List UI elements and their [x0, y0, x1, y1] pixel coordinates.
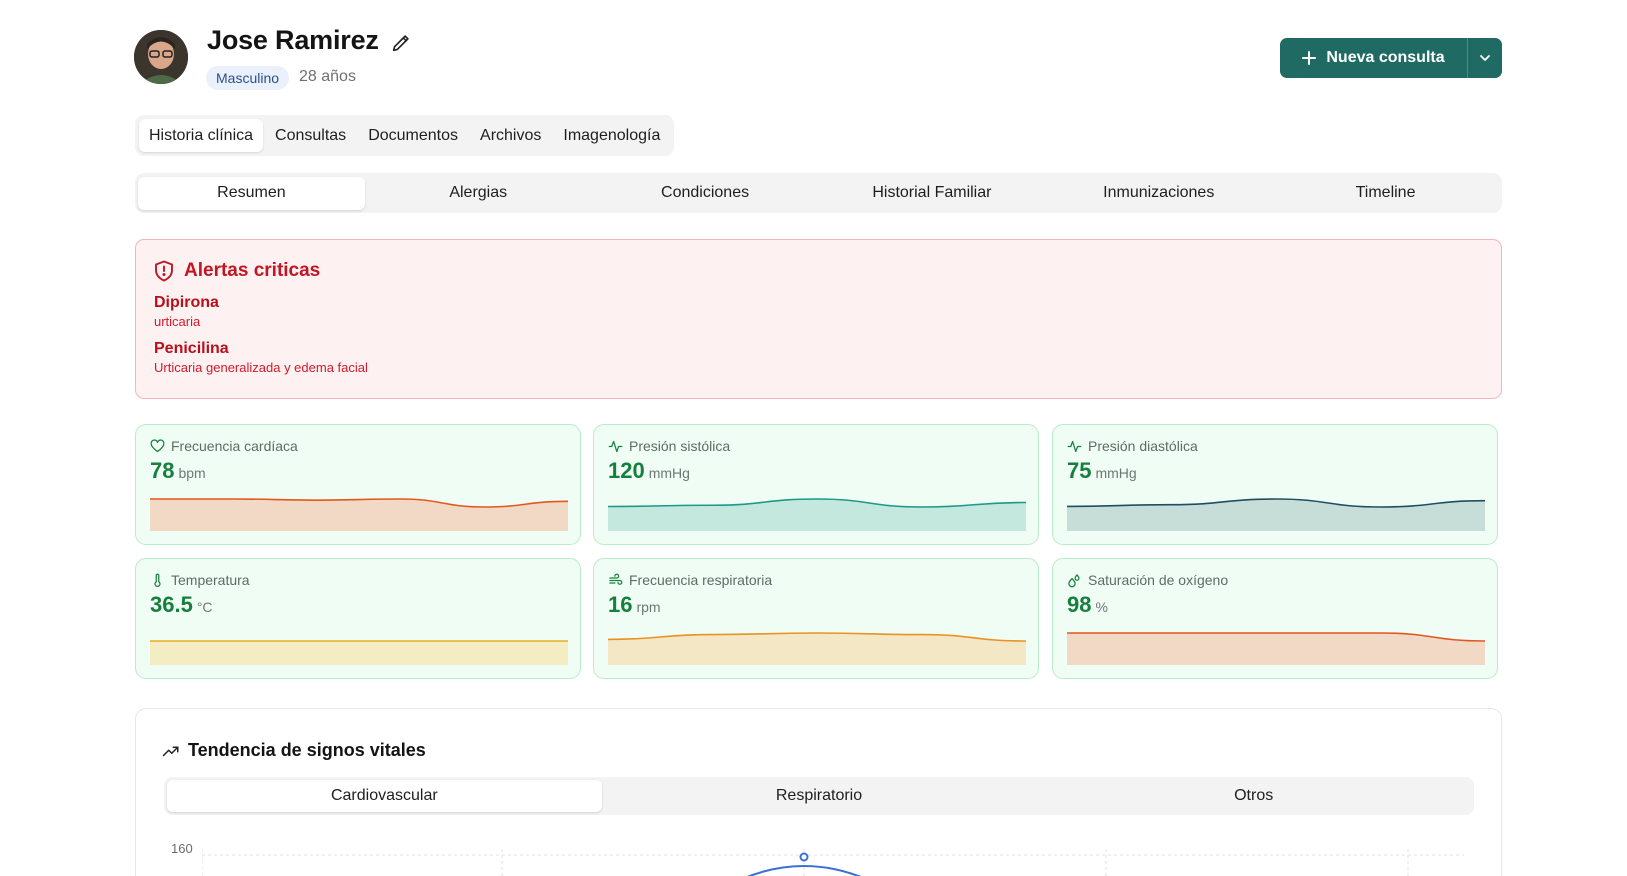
trend-chart	[202, 849, 1464, 876]
plus-icon	[1302, 51, 1317, 65]
trending-up-icon	[162, 746, 179, 756]
vital-label: Frecuencia respiratoria	[608, 572, 772, 588]
sparkline-area	[608, 499, 1026, 531]
vital-number: 120	[608, 458, 645, 483]
trend-tabs: Cardiovascular Respiratorio Otros	[164, 777, 1474, 815]
vital-label: Presión sistólica	[608, 438, 730, 454]
new-consult-button-group: Nueva consulta	[1280, 38, 1502, 78]
alerts-title: Alertas criticas	[184, 260, 321, 281]
vital-unit: mmHg	[648, 465, 690, 481]
activity-icon	[1067, 440, 1082, 452]
critical-alerts-panel: Alertas criticas Dipirona urticaria Peni…	[135, 239, 1502, 399]
vital-label: Saturación de oxígeno	[1067, 572, 1228, 588]
tab-documentos[interactable]: Documentos	[358, 119, 468, 152]
activity-icon	[608, 440, 623, 452]
main-tabs: Historia clínica Consultas Documentos Ar…	[135, 115, 675, 156]
tab-condiciones[interactable]: Condiciones	[592, 177, 819, 210]
vital-card-respiratory-rate: Frecuencia respiratoria 16 rpm	[593, 558, 1039, 679]
vital-value: 98%	[1067, 592, 1108, 618]
vital-label: Temperatura	[150, 572, 250, 588]
vital-label-text: Frecuencia cardíaca	[171, 438, 298, 454]
vital-label-text: Frecuencia respiratoria	[629, 572, 773, 588]
vital-number: 16	[608, 592, 633, 617]
vitals-trend-card: Tendencia de signos vitales Cardiovascul…	[135, 708, 1502, 876]
vital-number: 98	[1067, 592, 1092, 617]
sub-tabs: Resumen Alergias Condiciones Historial F…	[135, 173, 1502, 213]
sparkline-area	[1067, 499, 1485, 531]
vital-card-heart-rate: Frecuencia cardíaca 78 bpm	[135, 424, 581, 545]
shield-alert-icon	[155, 260, 173, 282]
tab-historia-clinica[interactable]: Historia clínica	[139, 119, 264, 152]
alert-item: Penicilina Urticaria generalizada y edem…	[154, 340, 368, 375]
vital-value: 75 mmHg	[1067, 458, 1137, 484]
vital-card-systolic: Presión sistólica 120 mmHg	[593, 424, 1039, 545]
chevron-down-icon	[1480, 55, 1490, 61]
vital-label-text: Saturación de oxígeno	[1088, 572, 1229, 588]
tab-alergias[interactable]: Alergias	[365, 177, 592, 210]
trend-header: Tendencia de signos vitales	[162, 740, 426, 761]
vital-label: Frecuencia cardíaca	[150, 438, 298, 454]
tab-resumen[interactable]: Resumen	[138, 176, 365, 210]
alerts-header: Alertas criticas	[154, 260, 320, 282]
vital-sparkline	[1067, 632, 1485, 665]
vital-unit: bpm	[178, 465, 206, 481]
vital-unit: °C	[196, 599, 213, 615]
vital-unit: %	[1095, 599, 1108, 615]
new-consult-dropdown[interactable]	[1468, 38, 1502, 78]
vital-card-temperature: Temperatura 36.5 °C	[135, 558, 581, 679]
new-consult-button[interactable]: Nueva consulta	[1280, 38, 1467, 78]
wind-icon	[609, 573, 623, 585]
y-axis-tick: 160	[171, 841, 193, 856]
tab-archivos[interactable]: Archivos	[470, 119, 551, 152]
alert-item: Dipirona urticaria	[154, 294, 219, 329]
sparkline-area	[150, 499, 568, 531]
tab-otros[interactable]: Otros	[1036, 780, 1471, 812]
tab-inmunizaciones[interactable]: Inmunizaciones	[1045, 177, 1272, 210]
vital-sparkline	[150, 640, 568, 665]
patient-avatar	[134, 30, 188, 84]
tab-respiratorio[interactable]: Respiratorio	[602, 780, 1037, 812]
vital-label: Presión diastólica	[1067, 438, 1198, 454]
droplets-icon	[1068, 573, 1080, 587]
trend-title: Tendencia de signos vitales	[188, 740, 426, 760]
sparkline-area	[150, 641, 568, 665]
vital-sparkline	[608, 498, 1026, 531]
vital-label-text: Temperatura	[171, 572, 250, 588]
vital-number: 36.5	[150, 592, 193, 617]
vital-unit: mmHg	[1095, 465, 1137, 481]
vital-card-oxygen-saturation: Saturación de oxígeno 98%	[1052, 558, 1498, 679]
vital-value: 36.5 °C	[150, 592, 213, 618]
alert-description: Urticaria generalizada y edema facial	[154, 360, 368, 375]
vital-number: 75	[1067, 458, 1092, 483]
vital-number: 78	[150, 458, 175, 483]
patient-name: Jose Ramirez	[207, 25, 379, 55]
pencil-icon[interactable]	[390, 32, 412, 54]
tab-historial-familiar[interactable]: Historial Familiar	[818, 177, 1045, 210]
tab-cardiovascular[interactable]: Cardiovascular	[167, 780, 602, 812]
sex-badge: Masculino	[206, 66, 290, 90]
vital-sparkline	[608, 632, 1026, 665]
heart-icon	[150, 438, 165, 452]
tab-imagenologia[interactable]: Imagenología	[553, 119, 670, 152]
vital-sparkline	[1067, 498, 1485, 531]
thermometer-icon	[154, 573, 161, 587]
alert-name: Dipirona	[154, 294, 219, 311]
vital-card-diastolic: Presión diastólica 75 mmHg	[1052, 424, 1498, 545]
vital-value: 16 rpm	[608, 592, 661, 618]
sparkline-area	[608, 633, 1026, 665]
sparkline-area	[1067, 633, 1485, 665]
alert-description: urticaria	[154, 314, 201, 329]
vital-label-text: Presión diastólica	[1088, 438, 1198, 454]
tab-consultas[interactable]: Consultas	[265, 119, 356, 152]
patient-age: 28 años	[299, 68, 356, 85]
vital-value: 78 bpm	[150, 458, 206, 484]
vital-value: 120 mmHg	[608, 458, 690, 484]
vital-sparkline	[150, 498, 568, 531]
vital-label-text: Presión sistólica	[629, 438, 731, 454]
new-consult-label: Nueva consulta	[1326, 49, 1445, 66]
vital-unit: rpm	[636, 599, 661, 615]
alert-name: Penicilina	[154, 340, 229, 357]
tab-timeline[interactable]: Timeline	[1272, 177, 1499, 210]
